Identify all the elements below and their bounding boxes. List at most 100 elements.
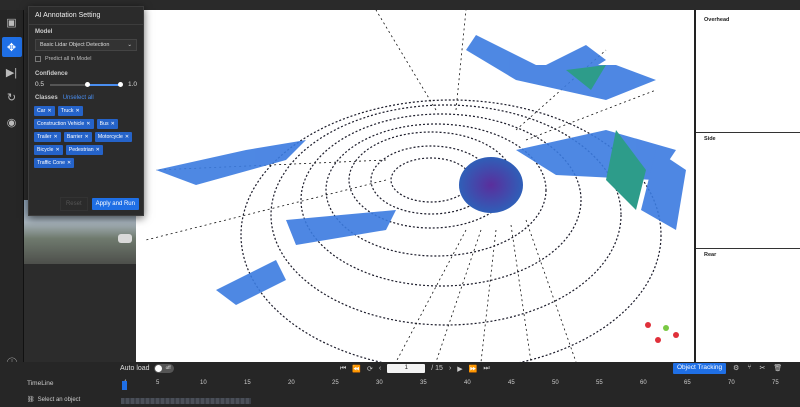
close-icon[interactable]: ✕ [67, 160, 71, 166]
conf-min: 0.5 [35, 81, 45, 88]
frame-input[interactable]: 1 [387, 364, 426, 373]
bottom-bar: Auto load off ⏮ ⏪ ⟳ ‹ 1 / 15 › ▶ ⏩ ⏭ Obj… [0, 362, 800, 407]
slider-fill [86, 83, 120, 86]
camera-views-panel: Overhead Side Rear [694, 10, 800, 362]
class-tag[interactable]: Barrier ✕ [63, 132, 92, 142]
rotate-icon[interactable]: ↻ [2, 87, 22, 107]
scissors-icon[interactable]: ✂ [759, 364, 765, 372]
apply-and-run-button[interactable]: Apply and Run [91, 198, 139, 210]
class-tag[interactable]: Truck ✕ [57, 106, 83, 116]
model-select[interactable]: Basic Lidar Object Detection ⌄ [35, 39, 137, 51]
auto-load-label: Auto load [120, 365, 150, 372]
skip-back-icon[interactable]: ⏮ [340, 365, 346, 373]
trash-icon[interactable]: 🗑 [773, 364, 782, 372]
class-tag[interactable]: Car ✕ [34, 106, 55, 116]
predict-all-checkbox[interactable]: Predict all in Model [29, 53, 143, 65]
tick-label: 30 [376, 380, 383, 386]
view-rear-label: Rear [696, 248, 800, 261]
loop-icon[interactable]: ⟳ [367, 365, 373, 373]
reset-button[interactable]: Reset [59, 197, 88, 211]
left-toolbar: ▣ ✥ ▶| ↻ ◉ ⓘ ☰ [0, 10, 24, 407]
hierarchy-icon[interactable]: ⑂ [747, 364, 751, 372]
tick-label: 5 [156, 380, 160, 386]
move-icon[interactable]: ✥ [1, 37, 22, 57]
timeline-row: TimeLine 1 5 10 15 20 25 30 35 40 45 50 … [0, 378, 800, 392]
classes-header: Classes Unselect all [29, 90, 143, 103]
unselect-all-link[interactable]: Unselect all [63, 95, 94, 101]
class-tag[interactable]: Bicycle ✕ [34, 145, 63, 155]
point-cloud-canvas[interactable] [136, 10, 694, 362]
class-tag[interactable]: Pedestrian ✕ [65, 145, 103, 155]
class-tag-label: Trailer [37, 134, 52, 140]
auto-load-toggle[interactable]: off [153, 364, 174, 373]
gear-icon[interactable]: ⚙ [733, 364, 739, 372]
point-cloud-viewport[interactable] [136, 10, 694, 362]
ai-icon[interactable]: ◉ [2, 112, 22, 132]
close-icon[interactable]: ✕ [84, 134, 88, 140]
tick-label: 75 [772, 380, 779, 386]
skip-forward-icon[interactable]: ⏭ [483, 365, 489, 373]
timeline-cursor[interactable] [122, 381, 127, 390]
class-tag[interactable]: Bus ✕ [96, 119, 118, 129]
tick-label: 65 [684, 380, 691, 386]
next-frame-icon[interactable]: ⏩ [469, 365, 478, 373]
tick-label: 70 [728, 380, 735, 386]
building-points [156, 35, 686, 305]
flip-icon[interactable]: ▶| [2, 62, 22, 82]
close-icon[interactable]: ✕ [47, 108, 51, 114]
close-icon[interactable]: ✕ [96, 147, 100, 153]
slider-min-knob[interactable] [84, 81, 90, 87]
class-tag[interactable]: Construction Vehicle ✕ [34, 119, 94, 129]
class-tag[interactable]: Motorcycle ✕ [94, 132, 133, 142]
right-tools: ⚙ ⑂ ✂ 🗑 [733, 364, 782, 372]
class-tags: Car ✕ Truck ✕ Construction Vehicle ✕ Bus ✕ T… [29, 103, 143, 171]
close-icon[interactable]: ✕ [54, 134, 58, 140]
predict-all-label: Predict all in Model [45, 56, 92, 62]
confidence-label: Confidence [35, 71, 68, 77]
close-icon[interactable]: ✕ [76, 108, 80, 114]
thumbnail-car [118, 234, 132, 243]
model-value: Basic Lidar Object Detection [40, 42, 110, 48]
class-tag-label: Traffic Cone [37, 160, 65, 166]
view-overhead-label: Overhead [704, 17, 730, 23]
close-icon[interactable]: ✕ [125, 134, 129, 140]
ego-vehicle-points [459, 157, 523, 213]
frame-player: ⏮ ⏪ ⟳ ‹ 1 / 15 › ▶ ⏩ ⏭ [340, 364, 490, 373]
confidence-slider-row: 0.5 1.0 [29, 79, 143, 90]
conf-max: 1.0 [127, 81, 137, 88]
class-tag[interactable]: Traffic Cone ✕ [34, 158, 75, 168]
class-tag-label: Motorcycle [97, 134, 123, 140]
class-tag-label: Truck [60, 108, 74, 114]
class-tag-label: Pedestrian [68, 147, 94, 153]
timeline-ticks[interactable]: 1 5 10 15 20 25 30 35 40 45 50 55 60 65 … [120, 380, 800, 390]
frame-total: / 15 [431, 365, 443, 372]
object-tracking-button[interactable]: Object Tracking [673, 363, 727, 374]
class-tag[interactable]: Trailer ✕ [34, 132, 61, 142]
tick-label: 35 [420, 380, 427, 386]
prev-frame-icon[interactable]: ⏪ [352, 365, 361, 373]
tick-label: 25 [332, 380, 339, 386]
play-icon[interactable]: ▶ [457, 365, 462, 373]
confidence-slider[interactable] [50, 81, 123, 87]
slider-max-knob[interactable] [117, 81, 123, 87]
chevron-right-icon[interactable]: › [449, 365, 451, 372]
checkbox-box [35, 56, 41, 62]
chevron-left-icon[interactable]: ‹ [379, 365, 381, 372]
close-icon[interactable]: ✕ [55, 147, 59, 153]
class-tag-label: Bus [99, 121, 109, 127]
toggle-knob [154, 365, 162, 372]
object-track-bar[interactable] [121, 398, 251, 404]
panel-title: AI Annotation Setting [29, 7, 143, 25]
class-tag-label: Car [37, 108, 46, 114]
class-tag-label: Bicycle [37, 147, 54, 153]
select-object-label: Select an object [37, 396, 81, 403]
select-object[interactable]: ⛓ Select an object [27, 396, 81, 404]
object-row: ⛓ Select an object [0, 394, 800, 407]
tick-label: 20 [288, 380, 295, 386]
class-tag-label: Barrier [66, 134, 83, 140]
close-icon[interactable]: ✕ [86, 121, 90, 127]
tick-label: 50 [552, 380, 559, 386]
tick-label: 15 [244, 380, 251, 386]
close-icon[interactable]: ✕ [111, 121, 115, 127]
cube-icon[interactable]: ▣ [2, 12, 22, 32]
